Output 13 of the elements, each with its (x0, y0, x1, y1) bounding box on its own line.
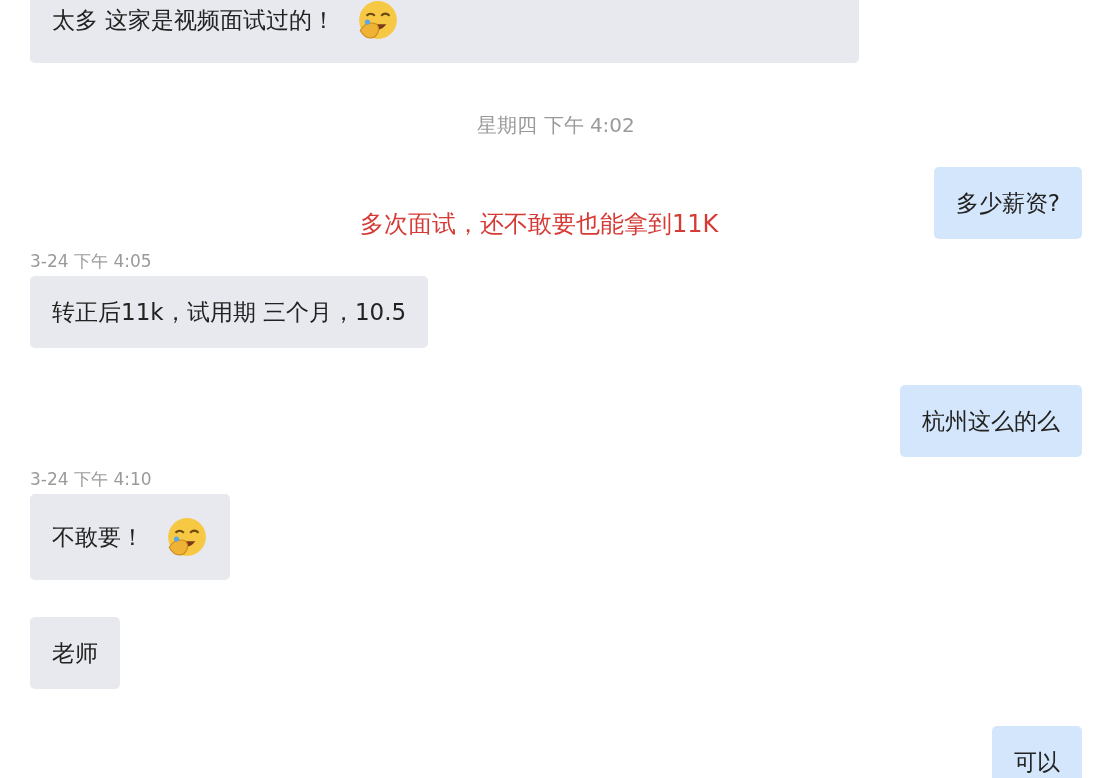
annotation-text: 多次面试，还不敢要也能拿到11K (360, 209, 719, 240)
message-bubble: 杭州这么的么 (900, 385, 1082, 457)
message-bubble: 多少薪资? (933, 167, 1082, 239)
message-bubble: 老师 (30, 617, 120, 689)
message-bubble: 转正后11k，试用期 三个月，10.5 (30, 276, 429, 348)
message-bubble: 不敢要！ (30, 494, 230, 580)
message-bubble: 太多 这家是视频面试过的！ (30, 0, 859, 63)
timestamp: 星期四 下午 4:02 (477, 113, 635, 137)
timestamp: 3-24 下午 4:05 (30, 251, 152, 271)
message-bubble: 可以 (992, 726, 1082, 778)
facepalm-emoji-icon (357, 0, 400, 41)
timestamp: 3-24 下午 4:10 (30, 469, 152, 489)
facepalm-emoji-icon (166, 516, 208, 558)
